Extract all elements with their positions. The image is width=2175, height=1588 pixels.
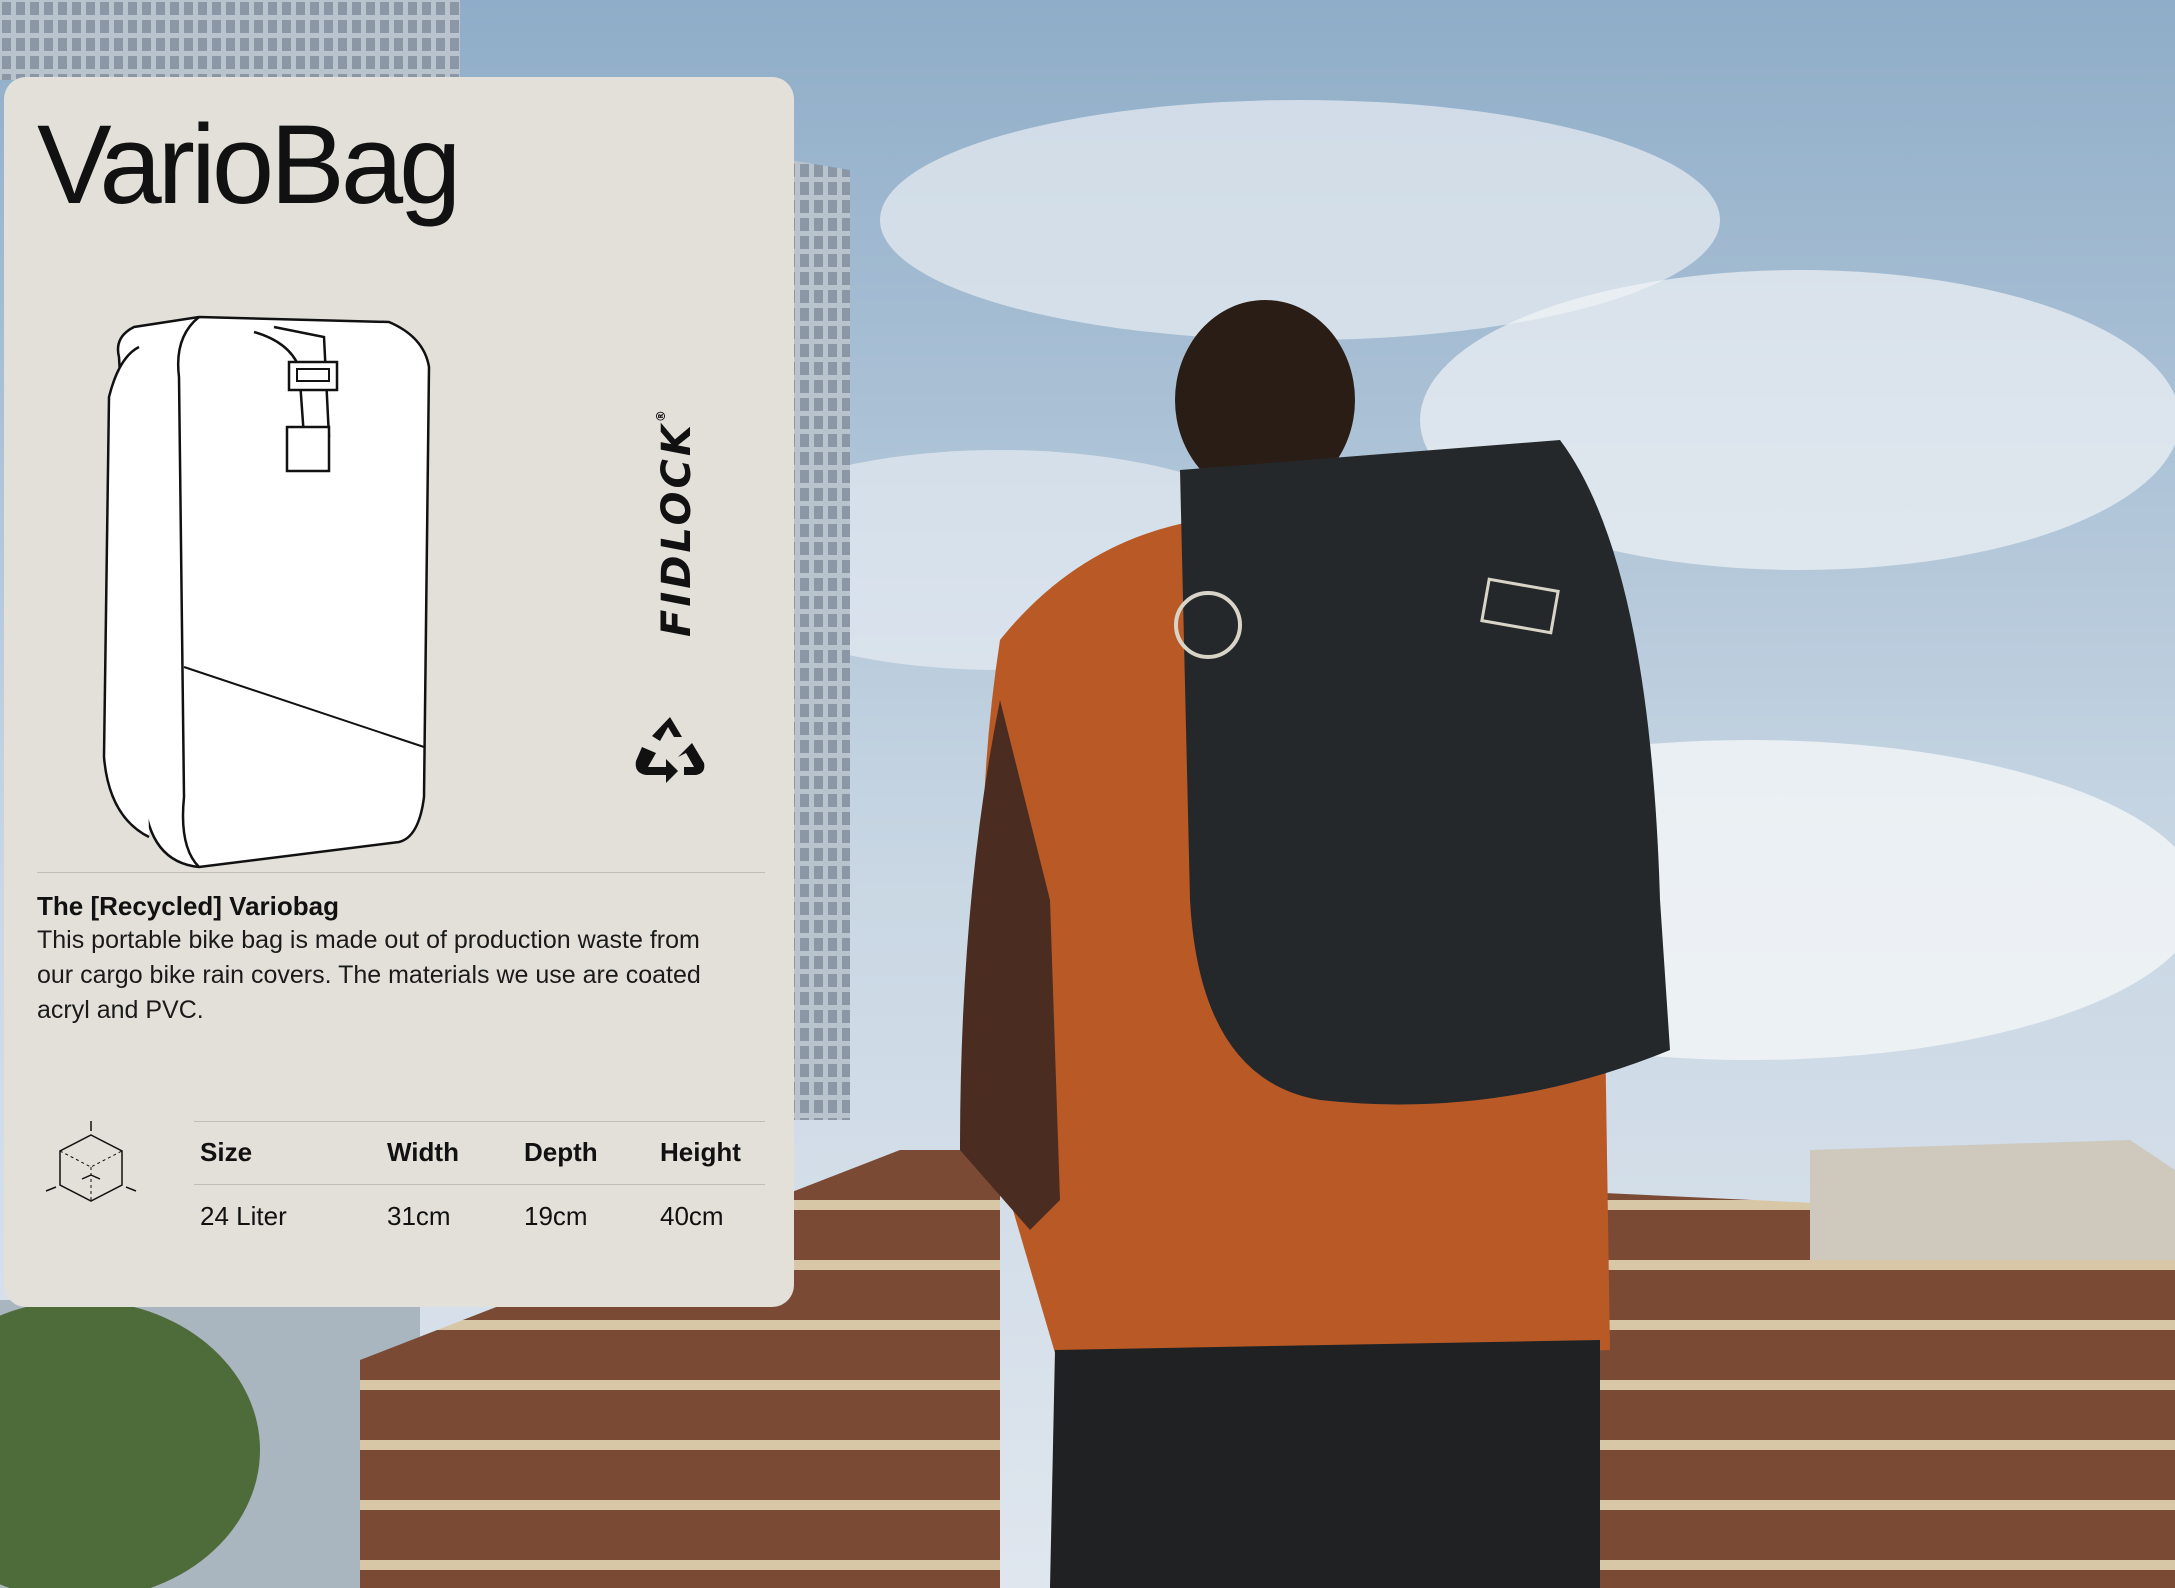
divider	[37, 872, 765, 873]
table-header-rule	[194, 1184, 765, 1185]
header-size: Size	[200, 1137, 253, 1167]
header-depth: Depth	[524, 1137, 598, 1167]
product-title: VarioBag	[37, 102, 461, 227]
cell-depth: 19cm	[524, 1201, 588, 1231]
description-heading: The [Recycled] Variobag	[37, 891, 339, 921]
table-top-rule	[194, 1121, 765, 1122]
cell-width: 31cm	[387, 1201, 451, 1231]
dimensions-cube-icon	[45, 1121, 137, 1202]
fidlock-logo: FIDLOCK®	[654, 407, 700, 637]
cell-size: 24 Liter	[200, 1201, 287, 1231]
recycle-icon	[635, 717, 705, 783]
cell-height: 40cm	[660, 1201, 724, 1231]
header-width: Width	[387, 1137, 459, 1167]
description-body: This portable bike bag is made out of pr…	[37, 926, 701, 1024]
product-info-card: VarioBag FIDLOCK® The [Recycled] Varioba…	[4, 77, 794, 1307]
header-height: Height	[660, 1137, 741, 1167]
bag-illustration	[102, 315, 431, 869]
